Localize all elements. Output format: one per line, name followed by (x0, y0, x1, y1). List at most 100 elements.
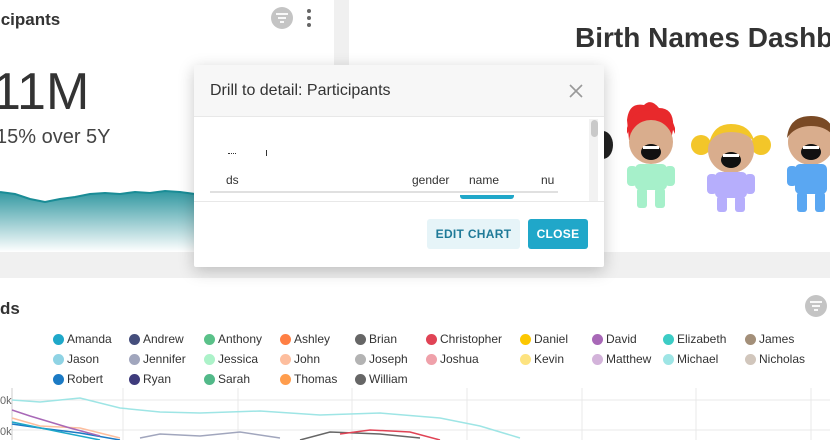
close-button[interactable]: CLOSE (528, 219, 588, 249)
legend-item[interactable]: Jason (53, 352, 99, 366)
column-sort-indicator (460, 195, 514, 199)
legend-swatch (355, 353, 366, 365)
legend-swatch (592, 333, 603, 345)
legend-swatch (204, 333, 215, 345)
column-header-name[interactable]: name (469, 173, 499, 187)
kid-yellow-hair (691, 124, 771, 212)
legend-item[interactable]: Robert (53, 372, 103, 386)
legend-label: Joseph (369, 352, 408, 366)
legend-item[interactable]: Jessica (204, 352, 258, 366)
legend-label: Robert (67, 372, 104, 386)
participants-title: icipants (0, 10, 61, 29)
legend-swatch (53, 333, 64, 345)
legend-label: Joshua (440, 352, 479, 366)
scrollbar-thumb[interactable] (591, 120, 598, 137)
line-chart (11, 388, 830, 440)
kid-brown-hair (787, 116, 830, 212)
legend-swatch (355, 373, 366, 385)
modal-body[interactable]: ds gender name nu (194, 117, 604, 201)
legend-swatch (520, 353, 531, 365)
legend-label: Anthony (218, 332, 263, 346)
legend-item[interactable]: Michael (663, 352, 718, 366)
legend-item[interactable]: Brian (355, 332, 397, 346)
legend-swatch (280, 353, 291, 365)
legend-item[interactable]: Thomas (280, 372, 337, 386)
legend-swatch (745, 353, 756, 365)
legend-swatch (129, 333, 140, 345)
legend-swatch (53, 353, 64, 365)
close-icon[interactable] (568, 83, 584, 99)
legend-item[interactable]: Ashley (280, 332, 330, 346)
column-header-num[interactable]: nu (541, 173, 554, 187)
legend-label: Andrew (143, 332, 184, 346)
kid-red-hair (627, 102, 675, 208)
legend-label: Michael (677, 352, 719, 366)
modal-header: Drill to detail: Participants (194, 65, 604, 117)
legend-item[interactable]: Joshua (426, 352, 479, 366)
sparkline-area (0, 191, 200, 252)
more-vertical-icon[interactable] (304, 9, 314, 27)
legend-label: Thomas (294, 372, 338, 386)
legend-item[interactable]: John (280, 352, 320, 366)
legend-item[interactable]: Christopher (426, 332, 502, 346)
legend-label: Jason (67, 352, 100, 366)
legend-swatch (280, 333, 291, 345)
modal-footer-divider (194, 201, 604, 202)
legend-swatch (663, 353, 674, 365)
legend-swatch (745, 333, 756, 345)
legend-swatch (520, 333, 531, 345)
legend-label: Jennifer (143, 352, 186, 366)
legend-label: James (759, 332, 795, 346)
legend-item[interactable]: William (355, 372, 408, 386)
legend-item[interactable]: Joseph (355, 352, 408, 366)
legend-swatch (426, 333, 437, 345)
legend-label: Jessica (218, 352, 259, 366)
legend-swatch (426, 353, 437, 365)
legend-label: Amanda (67, 332, 112, 346)
legend-item[interactable]: Sarah (204, 372, 250, 386)
big-number-value: 11M (0, 63, 90, 121)
table-truncated-text (228, 153, 236, 157)
filter-icon[interactable] (805, 295, 827, 317)
legend-item[interactable]: Elizabeth (663, 332, 726, 346)
legend-swatch (204, 353, 215, 365)
legend-swatch (280, 373, 291, 385)
legend-label: Matthew (606, 352, 652, 366)
filter-icon[interactable] (271, 7, 293, 29)
legend-item[interactable]: Amanda (53, 332, 112, 346)
legend-label: Elizabeth (677, 332, 727, 346)
big-number-subheader: 15% over 5Y (0, 126, 111, 148)
legend-item[interactable]: Kevin (520, 352, 564, 366)
legend-label: Christopher (440, 332, 503, 346)
trends-title: ds (0, 299, 20, 318)
table-header-row: ds gender name nu (210, 173, 558, 193)
legend-item[interactable]: Ryan (129, 372, 171, 386)
legend-label: Brian (369, 332, 398, 346)
legend-item[interactable]: Daniel (520, 332, 568, 346)
legend-label: Sarah (218, 372, 251, 386)
legend-label: Ryan (143, 372, 172, 386)
legend-label: John (294, 352, 321, 366)
dashboard-heading: Birth Names Dashb (575, 22, 830, 53)
legend-item[interactable]: Matthew (592, 352, 651, 366)
legend-swatch (663, 333, 674, 345)
legend-label: Kevin (534, 352, 565, 366)
legend-label: Daniel (534, 332, 569, 346)
column-header-ds[interactable]: ds (226, 173, 239, 187)
legend-item[interactable]: James (745, 332, 794, 346)
legend-item[interactable]: Anthony (204, 332, 262, 346)
legend-item[interactable]: Jennifer (129, 352, 186, 366)
legend-label: Ashley (294, 332, 331, 346)
kids-illustration (593, 102, 830, 212)
sparkline-chart (0, 189, 200, 252)
legend-item[interactable]: Andrew (129, 332, 184, 346)
legend-swatch (355, 333, 366, 345)
legend-label: Nicholas (759, 352, 806, 366)
column-header-gender[interactable]: gender (412, 173, 449, 187)
legend-label: David (606, 332, 637, 346)
legend-item[interactable]: Nicholas (745, 352, 805, 366)
modal-title: Drill to detail: Participants (210, 82, 391, 99)
legend-item[interactable]: David (592, 332, 637, 346)
trends-card: ds Amanda Andrew Anthony Ashley Brian Christo… (0, 278, 830, 440)
edit-chart-button[interactable]: EDIT CHART (427, 219, 520, 249)
